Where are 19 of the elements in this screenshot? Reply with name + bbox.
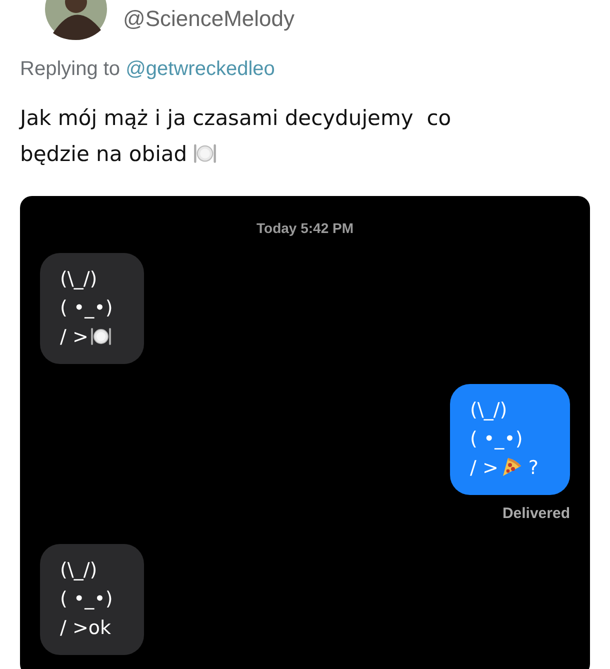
replying-label: Replying to <box>20 58 120 80</box>
message-text: ( •_•) <box>470 428 523 450</box>
message-text: / > <box>470 457 498 479</box>
tweet-text: Jak mój mąż i ja czasami decydujemy co <box>20 106 452 130</box>
message-text: (\_/) <box>60 268 98 290</box>
message-text: / > <box>60 326 88 348</box>
delivery-status: Delivered <box>501 504 570 524</box>
message-text: ( •_•) <box>60 588 113 610</box>
tweet-text: będzie na obiad <box>20 142 188 166</box>
timestamp: Today 5:42 PM <box>256 219 354 238</box>
message-text: ( •_•) <box>60 297 113 319</box>
message-text: / >ok <box>60 616 111 638</box>
pizza-slice-icon <box>500 456 522 478</box>
message-text: (\_/) <box>60 558 98 580</box>
plate-icon <box>90 325 112 347</box>
message-text: ? <box>528 457 539 479</box>
user-handle: @ScienceMelody <box>123 5 295 33</box>
mention-link[interactable]: @getwreckedleo <box>126 58 275 80</box>
message-text: (\_/) <box>470 399 508 421</box>
